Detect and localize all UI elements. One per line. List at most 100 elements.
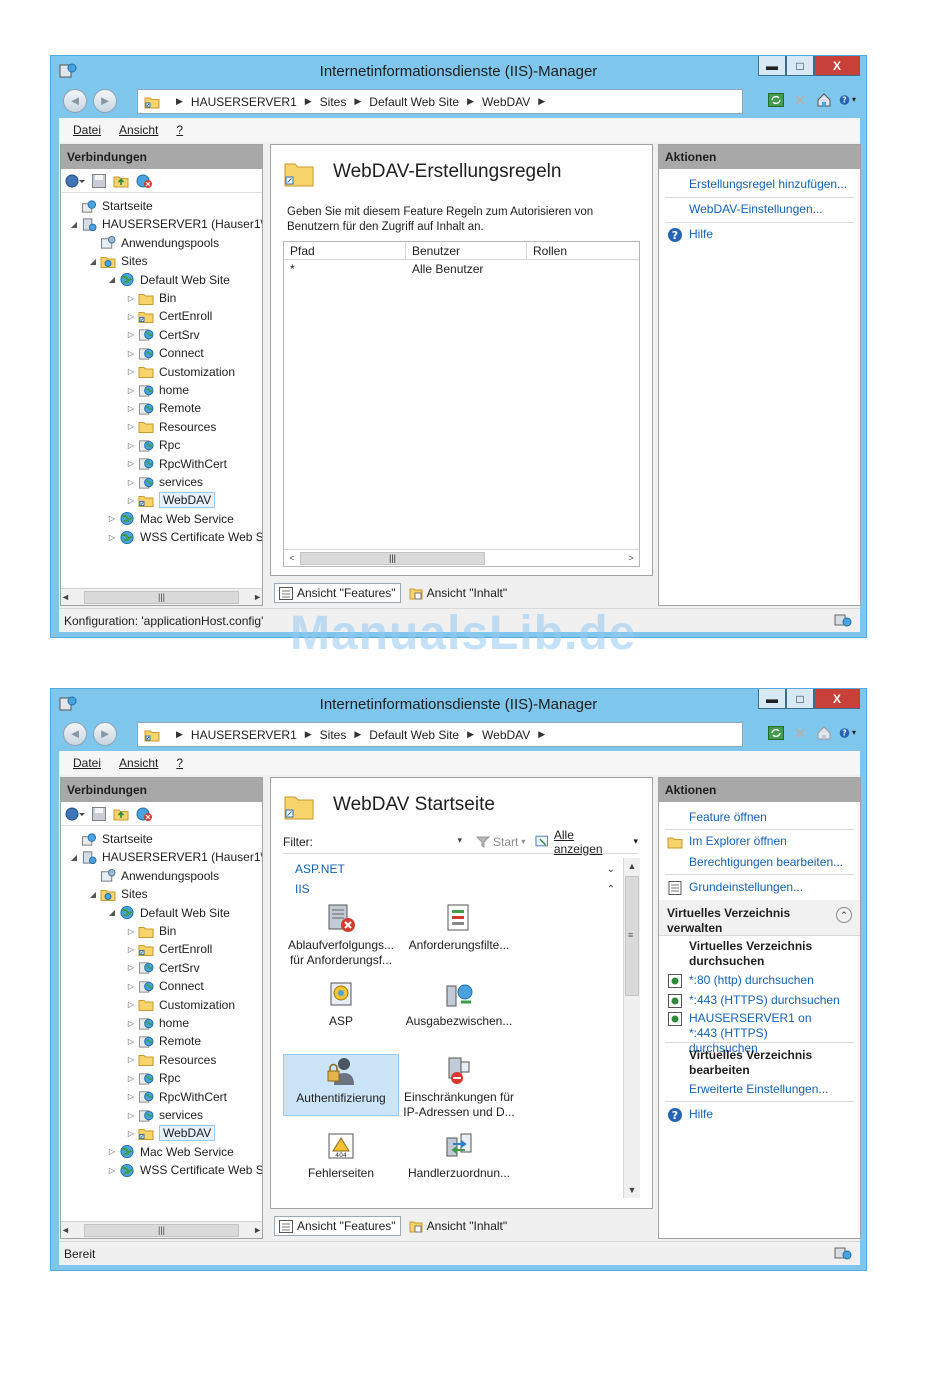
tree-item-rpcwithcert[interactable]: ▷ RpcWithCert: [126, 455, 227, 473]
filter-input[interactable]: [319, 833, 464, 851]
tree-expander-icon[interactable]: ▷: [126, 945, 136, 954]
connections-hscrollbar[interactable]: ◄ ||| ►: [61, 588, 262, 605]
tree-expander-icon[interactable]: ▷: [126, 1074, 136, 1083]
tree-expander-icon[interactable]: ▷: [126, 1111, 136, 1120]
action-help[interactable]: Hilfe: [667, 1107, 859, 1123]
tree-expander-icon[interactable]: ▷: [126, 312, 136, 321]
help-dropdown-icon[interactable]: ▾: [839, 724, 856, 741]
tab-content-view[interactable]: Ansicht "Inhalt": [405, 1216, 512, 1236]
column-header-user[interactable]: Benutzer: [406, 242, 527, 259]
home-icon[interactable]: [815, 724, 832, 741]
tree-item-remote[interactable]: ▷ Remote: [126, 399, 201, 417]
back-button[interactable]: ◄: [63, 722, 87, 746]
action-edit-permissions[interactable]: Berechtigungen bearbeiten...: [667, 855, 859, 870]
feature-handler-mappings[interactable]: Handlerzuordnun...: [401, 1130, 517, 1192]
tree-item-mac-web-service[interactable]: ▷ Mac Web Service: [107, 1143, 234, 1161]
tree-expander-icon[interactable]: ▷: [107, 1147, 117, 1156]
feature-output-caching[interactable]: Ausgabezwischen...: [401, 978, 517, 1040]
tree-expander-icon[interactable]: ▷: [126, 496, 136, 505]
tree-item-resources[interactable]: ▷ Resources: [126, 418, 216, 436]
tree-item-default-web-site[interactable]: ◢ Default Web Site: [107, 904, 230, 922]
maximize-button[interactable]: □: [786, 689, 814, 709]
collapse-icon[interactable]: ⌃: [836, 907, 852, 923]
tree-item-home[interactable]: ▷ home: [126, 381, 189, 399]
action-advanced-settings[interactable]: Erweiterte Einstellungen...: [667, 1082, 859, 1097]
tree-expander-icon[interactable]: ▷: [126, 367, 136, 376]
tree-expander-icon[interactable]: ▷: [126, 982, 136, 991]
connect-globe-icon[interactable]: [65, 173, 85, 189]
tree-expander-icon[interactable]: ◢: [88, 257, 98, 266]
breadcrumb-default-web-site[interactable]: Default Web Site: [369, 728, 459, 742]
tree-item-webdav[interactable]: ▷ WebDAV: [126, 1124, 216, 1142]
tree-item-rpc[interactable]: ▷ Rpc: [126, 436, 180, 454]
tab-features-view[interactable]: Ansicht "Features": [274, 1216, 401, 1236]
breadcrumb-webdav[interactable]: WebDAV: [482, 728, 530, 742]
action-add-rule[interactable]: Erstellungsregel hinzufügen...: [667, 177, 859, 192]
refresh-icon[interactable]: [767, 91, 784, 108]
action-webdav-settings[interactable]: WebDAV-Einstellungen...: [667, 202, 859, 217]
breadcrumb-webdav[interactable]: WebDAV: [482, 95, 530, 109]
tree-expander-icon[interactable]: ▷: [126, 1129, 136, 1138]
tree-item-certsrv[interactable]: ▷ CertSrv: [126, 959, 200, 977]
action-browse-80[interactable]: *:80 (http) durchsuchen: [667, 973, 859, 989]
breadcrumb-sites[interactable]: Sites: [320, 95, 347, 109]
stop-icon[interactable]: [791, 91, 808, 108]
tree-item-certsrv[interactable]: ▷ CertSrv: [126, 326, 200, 344]
title-bar[interactable]: Internetinformationsdienste (IIS)-Manage…: [51, 689, 866, 719]
breadcrumb-default-web-site[interactable]: Default Web Site: [369, 95, 459, 109]
tree-expander-icon[interactable]: ▷: [126, 478, 136, 487]
tree-expander-icon[interactable]: ▷: [126, 441, 136, 450]
tab-features-view[interactable]: Ansicht "Features": [274, 583, 401, 603]
action-open-feature[interactable]: Feature öffnen: [667, 810, 859, 825]
scroll-thumb[interactable]: |||: [300, 551, 485, 565]
disconnect-icon[interactable]: [135, 806, 153, 822]
tree-item-sites[interactable]: ◢ Sites: [88, 885, 148, 903]
close-button[interactable]: X: [814, 56, 860, 76]
save-icon[interactable]: [91, 173, 107, 189]
tree-item-services[interactable]: ▷ services: [126, 1106, 203, 1124]
up-level-icon[interactable]: [113, 806, 129, 822]
forward-button[interactable]: ►: [93, 89, 117, 113]
tree-expander-icon[interactable]: ▷: [126, 294, 136, 303]
tab-content-view[interactable]: Ansicht "Inhalt": [405, 583, 512, 603]
column-header-roles[interactable]: Rollen: [527, 242, 639, 259]
menu-help[interactable]: ?: [176, 756, 183, 770]
action-browse-443[interactable]: *:443 (HTTPS) durchsuchen: [667, 993, 859, 1009]
tree-item-anwendungspools[interactable]: Anwendungspools: [88, 867, 219, 885]
tree-item-certenroll[interactable]: ▷ CertEnroll: [126, 307, 212, 325]
tree-expander-icon[interactable]: ▷: [126, 963, 136, 972]
tree-item-anwendungspools[interactable]: Anwendungspools: [88, 234, 219, 252]
help-dropdown-icon[interactable]: ▾: [839, 91, 856, 108]
tree-expander-icon[interactable]: ▷: [126, 386, 136, 395]
scroll-down-icon[interactable]: ▼: [624, 1182, 640, 1198]
group-aspnet[interactable]: ASP.NET ⌄: [295, 860, 615, 878]
column-header-path[interactable]: Pfad: [284, 242, 406, 259]
table-row[interactable]: * Alle Benutzer: [284, 260, 639, 278]
group-manage-virtual-directory[interactable]: Virtuelles Verzeichnis verwalten ⌃: [659, 900, 860, 936]
start-filter-button[interactable]: Start ▾: [476, 835, 525, 849]
minimize-button[interactable]: ▬: [758, 689, 786, 709]
menu-file[interactable]: Datei: [73, 123, 101, 137]
tree-expander-icon[interactable]: ▷: [126, 1092, 136, 1101]
scroll-thumb[interactable]: |||: [83, 590, 240, 604]
menu-help[interactable]: ?: [176, 123, 183, 137]
action-help[interactable]: Hilfe: [667, 227, 859, 243]
title-bar[interactable]: Internetinformationsdienste (IIS)-Manage…: [51, 56, 866, 86]
maximize-button[interactable]: □: [786, 56, 814, 76]
tree-item-hauserserver1-hauser1-es[interactable]: ◢ HAUSERSERVER1 (Hauser1\es: [69, 848, 262, 866]
tree-item-connect[interactable]: ▷ Connect: [126, 977, 204, 995]
close-button[interactable]: X: [814, 689, 860, 709]
tree-item-hauserserver1-hauser1-es[interactable]: ◢ HAUSERSERVER1 (Hauser1\es: [69, 215, 262, 233]
tree-expander-icon[interactable]: ▷: [107, 1166, 117, 1175]
tree-item-customization[interactable]: ▷ Customization: [126, 996, 235, 1014]
menu-view[interactable]: Ansicht: [119, 756, 158, 770]
up-level-icon[interactable]: [113, 173, 129, 189]
forward-button[interactable]: ►: [93, 722, 117, 746]
grid-hscrollbar[interactable]: < ||| >: [284, 549, 639, 566]
tree-expander-icon[interactable]: ◢: [107, 908, 117, 917]
tree-item-bin[interactable]: ▷ Bin: [126, 922, 176, 940]
tree-item-customization[interactable]: ▷ Customization: [126, 363, 235, 381]
tree-expander-icon[interactable]: ▷: [107, 514, 117, 523]
tree-item-certenroll[interactable]: ▷ CertEnroll: [126, 940, 212, 958]
scroll-thumb[interactable]: |||: [83, 1223, 240, 1237]
